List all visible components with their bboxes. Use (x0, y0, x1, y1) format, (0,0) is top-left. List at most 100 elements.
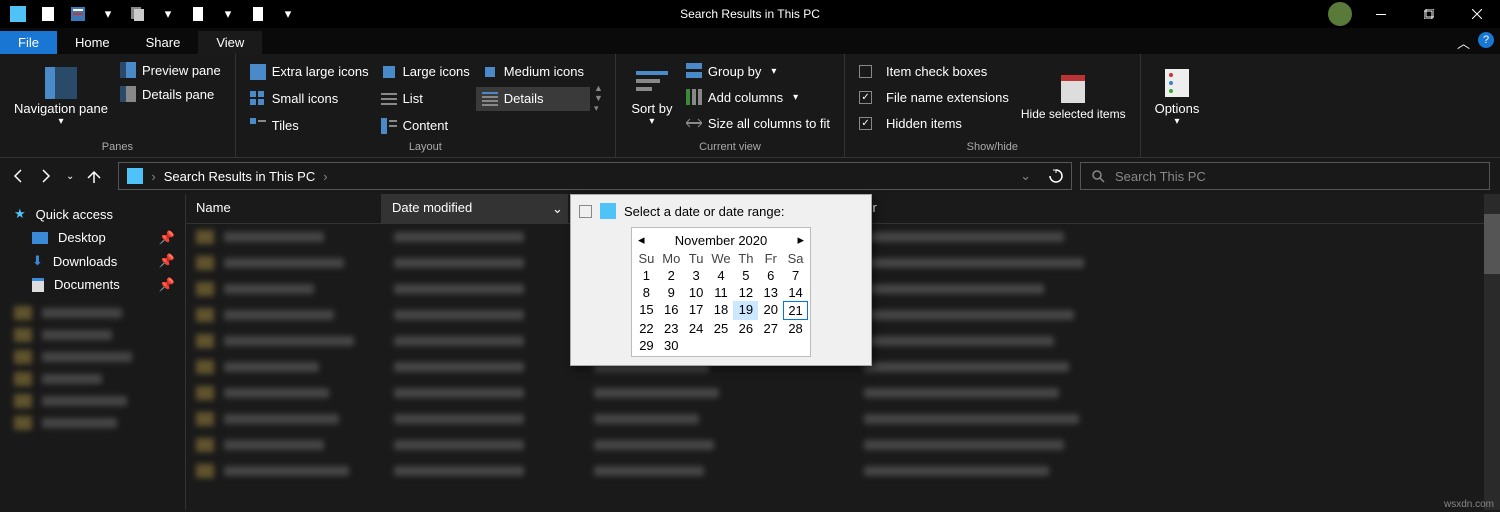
cal-month-label[interactable]: November 2020 (675, 233, 768, 248)
cal-day[interactable] (783, 337, 808, 354)
tab-view[interactable]: View (198, 31, 262, 54)
cal-day[interactable]: 11 (709, 284, 734, 301)
sidebar-quick-access[interactable]: ★ Quick access (0, 202, 185, 226)
user-avatar-icon[interactable] (1328, 2, 1352, 26)
options-button[interactable]: Options▾ (1149, 58, 1206, 136)
cal-day[interactable]: 12 (733, 284, 758, 301)
layout-tiles-button[interactable]: Tiles (244, 114, 375, 138)
app-icon[interactable] (4, 2, 32, 26)
cal-day[interactable]: 20 (758, 301, 783, 320)
maximize-button[interactable] (1406, 0, 1452, 28)
search-input[interactable]: Search This PC (1080, 162, 1490, 190)
col-name[interactable]: Name (186, 194, 382, 223)
address-field[interactable]: › Search Results in This PC › ⌄ (118, 162, 1072, 190)
cal-day[interactable]: 15 (634, 301, 659, 320)
cal-day[interactable]: 19 (733, 301, 758, 320)
cal-day[interactable]: 28 (783, 320, 808, 337)
layout-scroll-up[interactable]: ▲ (594, 83, 603, 93)
qat-down[interactable]: ▾ (94, 2, 122, 26)
scroll-thumb[interactable] (1484, 214, 1500, 274)
file-ext-toggle[interactable]: File name extensions (853, 85, 1015, 109)
cal-prev-button[interactable]: ◂ (638, 232, 645, 248)
cal-day[interactable] (758, 337, 783, 354)
nav-pane-button[interactable]: Navigation pane▾ (8, 58, 114, 136)
cal-day[interactable]: 26 (733, 320, 758, 337)
scrollbar[interactable] (1484, 194, 1500, 510)
cal-day[interactable]: 27 (758, 320, 783, 337)
tab-file[interactable]: File (0, 31, 57, 54)
qat-props[interactable] (64, 2, 92, 26)
cal-day[interactable]: 9 (659, 284, 684, 301)
address-dropdown-icon[interactable]: ⌄ (1020, 168, 1031, 184)
cal-day[interactable]: 22 (634, 320, 659, 337)
qat-down4[interactable]: ▾ (274, 2, 302, 26)
size-columns-button[interactable]: Size all columns to fit (680, 111, 836, 135)
hidden-items-toggle[interactable]: Hidden items (853, 111, 1015, 135)
minimize-button[interactable] (1358, 0, 1404, 28)
hide-selected-button[interactable]: Hide selected items (1015, 58, 1132, 136)
layout-xl-button[interactable]: Extra large icons (244, 60, 375, 84)
cal-day[interactable]: 3 (684, 267, 709, 284)
layout-expand[interactable]: ▾ (594, 103, 603, 114)
sort-by-button[interactable]: Sort by▾ (624, 58, 680, 136)
layout-details-button[interactable]: Details (476, 87, 590, 111)
refresh-button[interactable] (1039, 169, 1063, 183)
qat-down3[interactable]: ▾ (214, 2, 242, 26)
sidebar-documents[interactable]: Documents 📌 (0, 273, 185, 296)
cal-day[interactable]: 29 (634, 337, 659, 354)
tab-home[interactable]: Home (57, 31, 128, 54)
cal-day[interactable]: 16 (659, 301, 684, 320)
cal-day[interactable]: 23 (659, 320, 684, 337)
cal-day[interactable]: 7 (783, 267, 808, 284)
date-filter-checkbox[interactable] (579, 205, 592, 218)
cal-day[interactable]: 14 (783, 284, 808, 301)
qat-doc[interactable] (184, 2, 212, 26)
up-button[interactable] (86, 168, 102, 184)
cal-day[interactable] (684, 337, 709, 354)
group-by-button[interactable]: Group by▾ (680, 59, 836, 83)
collapse-ribbon-icon[interactable]: ︿ (1457, 33, 1470, 52)
breadcrumb-path[interactable]: Search Results in This PC (164, 169, 316, 184)
details-pane-button[interactable]: Details pane (114, 82, 227, 106)
cal-day[interactable]: 18 (709, 301, 734, 320)
help-icon[interactable]: ? (1478, 32, 1494, 48)
forward-button[interactable] (38, 168, 54, 184)
cal-day[interactable]: 2 (659, 267, 684, 284)
cal-day[interactable] (733, 337, 758, 354)
col-folder[interactable]: Folder (830, 194, 1500, 223)
cal-day[interactable]: 8 (634, 284, 659, 301)
history-dropdown[interactable]: ⌄ (66, 171, 74, 182)
qat-copy[interactable] (124, 2, 152, 26)
cal-day[interactable]: 30 (659, 337, 684, 354)
close-button[interactable] (1454, 0, 1500, 28)
layout-sm-button[interactable]: Small icons (244, 87, 375, 111)
cal-day[interactable] (709, 337, 734, 354)
cal-day[interactable]: 13 (758, 284, 783, 301)
cal-day[interactable]: 17 (684, 301, 709, 320)
layout-md-button[interactable]: Medium icons (476, 60, 590, 84)
cal-day[interactable]: 4 (709, 267, 734, 284)
layout-content-button[interactable]: Content (375, 114, 476, 138)
cal-day[interactable]: 1 (634, 267, 659, 284)
col-date-modified[interactable]: Date modified (382, 194, 548, 223)
col-date-filter-dropdown[interactable]: ⌄ (548, 194, 568, 223)
sidebar-desktop[interactable]: Desktop 📌 (0, 226, 185, 249)
layout-lg-button[interactable]: Large icons (375, 60, 476, 84)
tab-share[interactable]: Share (128, 31, 199, 54)
cal-day[interactable]: 10 (684, 284, 709, 301)
add-columns-button[interactable]: Add columns▾ (680, 85, 836, 109)
layout-list-button[interactable]: List (375, 87, 476, 111)
calendar-grid[interactable]: SuMoTuWeThFrSa12345678910111213141516171… (634, 250, 808, 354)
qat-down2[interactable]: ▾ (154, 2, 182, 26)
sidebar-downloads[interactable]: ⬇ Downloads 📌 (0, 249, 185, 273)
qat-doc2[interactable] (244, 2, 272, 26)
back-button[interactable] (10, 168, 26, 184)
cal-day[interactable]: 24 (684, 320, 709, 337)
qat-new[interactable] (34, 2, 62, 26)
cal-day[interactable]: 21 (783, 301, 808, 320)
cal-day[interactable]: 5 (733, 267, 758, 284)
item-check-toggle[interactable]: Item check boxes (853, 59, 1015, 83)
layout-scroll-down[interactable]: ▼ (594, 93, 603, 103)
cal-next-button[interactable]: ▸ (797, 232, 804, 248)
cal-day[interactable]: 25 (709, 320, 734, 337)
